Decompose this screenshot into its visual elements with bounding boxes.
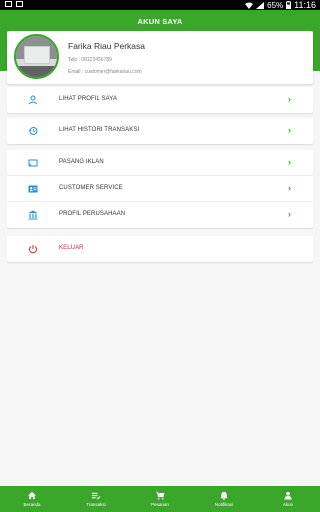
menu-group-info: PASANG IKLAN › CUSTOMER SERVICE › PROFIL…	[7, 150, 313, 228]
history-icon	[28, 127, 38, 135]
nav-label: Pesanan	[151, 502, 169, 507]
list-icon	[91, 492, 101, 500]
nav-item-transaksi[interactable]: Transaksi	[64, 486, 128, 512]
image-icon	[16, 1, 23, 7]
profile-email: Email : customer@farikariau.com	[68, 69, 142, 75]
home-icon	[27, 491, 37, 500]
bank-icon	[28, 210, 38, 220]
nav-item-akun[interactable]: Akun	[256, 486, 320, 512]
battery-icon	[286, 1, 292, 9]
nav-label: Beranda	[23, 502, 41, 507]
menu-item-pasang-iklan[interactable]: PASANG IKLAN ›	[7, 150, 313, 176]
menu-group-history: LIHAT HISTORI TRANSAKSI ›	[7, 118, 313, 144]
menu-group-profile: LIHAT PROFIL SAYA ›	[7, 87, 313, 113]
chevron-right-icon: ›	[288, 125, 291, 135]
chevron-right-icon: ›	[288, 94, 291, 104]
person-icon	[28, 95, 38, 105]
battery-percent: 65%	[267, 0, 284, 10]
nav-item-pesanan[interactable]: Pesanan	[128, 486, 192, 512]
menu-item-lihat-profil[interactable]: LIHAT PROFIL SAYA ›	[7, 87, 313, 113]
chevron-right-icon: ›	[288, 209, 291, 219]
signal-icon	[256, 1, 265, 9]
chevron-right-icon: ›	[288, 183, 291, 193]
menu-item-label: PASANG IKLAN	[59, 159, 104, 165]
notification-icon	[5, 1, 12, 7]
menu-item-label: CUSTOMER SERVICE	[59, 185, 123, 191]
menu-item-label: PROFIL PERUSAHAAN	[59, 211, 126, 217]
account-icon	[284, 491, 292, 500]
bell-icon	[220, 491, 228, 500]
nav-label: Notifikasi	[214, 502, 234, 507]
wifi-icon	[245, 2, 254, 9]
menu-item-customer-service[interactable]: CUSTOMER SERVICE ›	[7, 176, 313, 202]
clock: 11:16	[294, 0, 316, 10]
cast-icon	[28, 159, 38, 167]
power-icon	[29, 245, 37, 254]
bottom-navigation: Beranda Transaksi Pesanan Notifikasi Aku…	[0, 486, 320, 512]
menu-item-label: LIHAT PROFIL SAYA	[59, 96, 118, 102]
nav-item-beranda[interactable]: Beranda	[0, 486, 64, 512]
menu-item-histori-transaksi[interactable]: LIHAT HISTORI TRANSAKSI ›	[7, 118, 313, 144]
profile-phone: Telp : 08123456789	[68, 57, 112, 63]
chevron-right-icon: ›	[288, 157, 291, 167]
status-bar: 65% 11:16	[0, 0, 320, 10]
contact-card-icon	[28, 185, 38, 193]
profile-card: Farika Riau Perkasa Telp : 08123456789 E…	[7, 31, 313, 84]
menu-item-label: LIHAT HISTORI TRANSAKSI	[59, 127, 140, 133]
menu-item-profil-perusahaan[interactable]: PROFIL PERUSAHAAN ›	[7, 202, 313, 228]
nav-label: Transaksi	[86, 502, 106, 507]
menu-group-logout: KELUAR	[7, 236, 313, 262]
profile-name: Farika Riau Perkasa	[68, 41, 146, 51]
nav-label: Akun	[282, 502, 294, 507]
avatar	[14, 34, 59, 79]
menu-item-keluar[interactable]: KELUAR	[7, 236, 313, 262]
nav-item-notifikasi[interactable]: Notifikasi	[192, 486, 256, 512]
cart-icon	[155, 491, 165, 500]
page-title: AKUN SAYA	[0, 10, 320, 33]
menu-item-label: KELUAR	[59, 245, 84, 251]
